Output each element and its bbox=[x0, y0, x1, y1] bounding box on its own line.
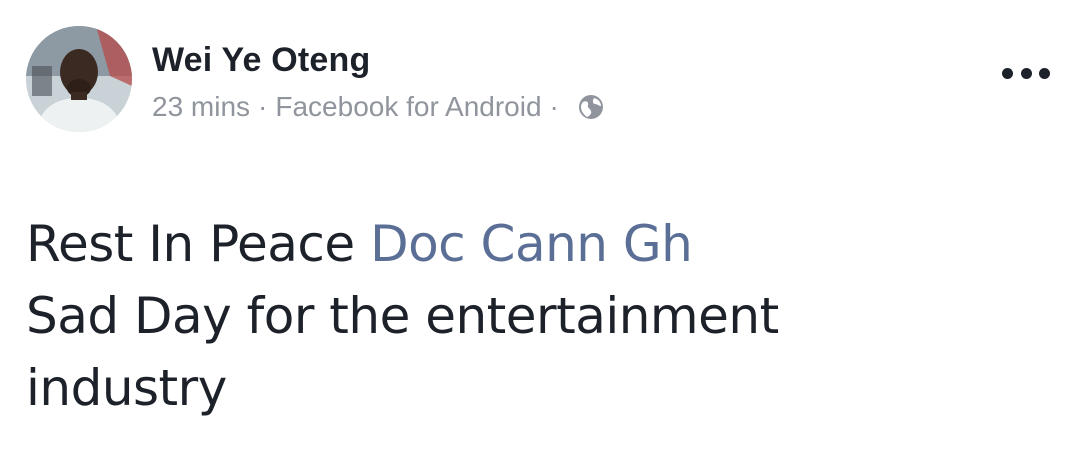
post-text: Rest In Peace Doc Cann Gh Sad Day for th… bbox=[26, 208, 1026, 424]
meta-separator: · bbox=[549, 91, 559, 122]
meta-separator: · bbox=[258, 91, 268, 122]
post-text-line: Rest In Peace Doc Cann Gh bbox=[26, 208, 1026, 280]
avatar-photo bbox=[26, 26, 132, 132]
mention-link[interactable]: Doc Cann Gh bbox=[370, 215, 693, 273]
post-source: Facebook for Android bbox=[275, 91, 542, 122]
post-text-line: industry bbox=[26, 359, 227, 417]
globe-icon[interactable] bbox=[577, 93, 605, 121]
post-text-line: Sad Day for the entertainment bbox=[26, 287, 779, 345]
post-meta: 23 mins · Facebook for Android · bbox=[152, 88, 605, 126]
post-timestamp[interactable]: 23 mins bbox=[152, 91, 250, 123]
post-text-segment: Rest In Peace bbox=[26, 215, 355, 273]
author-avatar[interactable] bbox=[26, 26, 132, 132]
more-horizontal-icon bbox=[1002, 67, 1013, 79]
more-options-button[interactable] bbox=[1002, 56, 1050, 90]
facebook-post: Wei Ye Oteng 23 mins · Facebook for Andr… bbox=[0, 0, 1080, 452]
author-name[interactable]: Wei Ye Oteng bbox=[152, 41, 370, 80]
